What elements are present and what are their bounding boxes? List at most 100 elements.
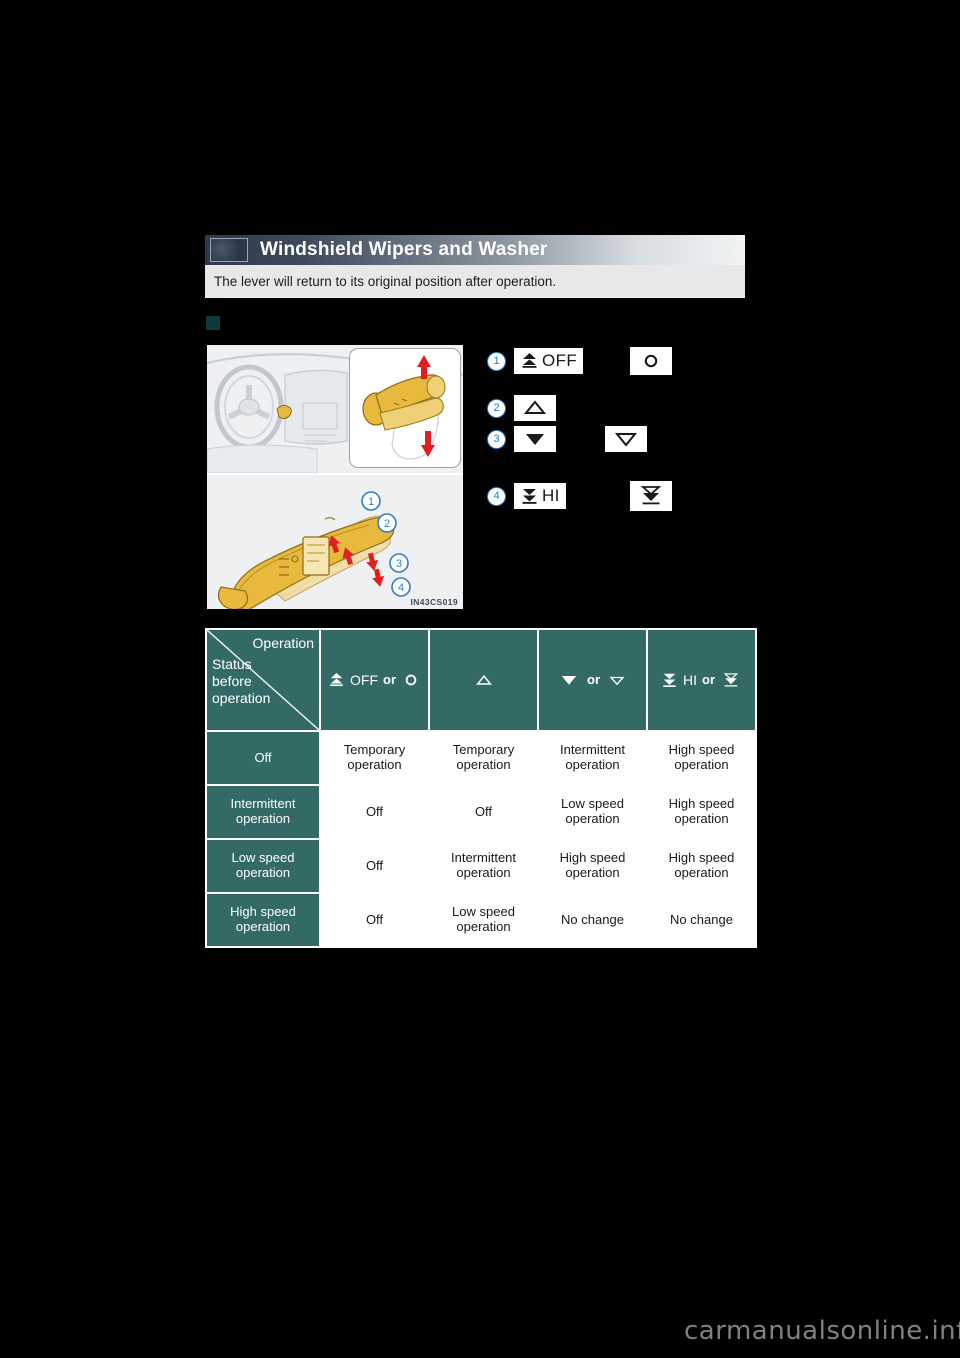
table-cell: Off [321,840,428,892]
cell-line-1: Temporary [452,742,515,758]
legend-item-2: 2 [487,395,556,421]
legend-number-3: 3 [487,429,506,449]
row-header-low-speed: Low speed operation [207,840,319,892]
illustration-lever-closeup [349,348,461,468]
page-title: Windshield Wipers and Washer [260,239,548,260]
cell-line-1: Off [365,911,384,927]
wiper-lever-illustration: 1 2 3 4 IN43CS019 [205,343,465,611]
legend-item-3-alt [605,426,647,452]
corner-operation-label: Operation [252,635,314,651]
cell-line-1: Off [474,803,493,819]
cell-line-1: Low speed [561,796,624,812]
circle-off-icon [630,347,672,375]
illustration-reference-code: IN43CS019 [410,597,458,607]
corner-status-line-2: before [212,672,252,689]
header-or-1: or [383,671,396,687]
lever-positions-drawing: 1 2 3 4 [217,491,411,609]
row-header-high-speed: High speed operation [207,894,319,946]
header-label-off: OFF [350,671,378,688]
callout-3: 3 [396,558,402,570]
triangle-down-filled-icon [514,426,556,452]
callout-2: 2 [384,518,390,530]
table-row: Off Temporary operation Temporary operat… [207,732,755,784]
table-row: Intermittent operation Off Off Low speed… [207,786,755,838]
cell-line-1: No change [670,911,733,927]
row-header-line-2: operation [235,865,291,880]
header-or-2: or [587,671,600,687]
wiper-hi-icon [663,673,676,687]
cell-line-2: operation [674,865,729,880]
double-chevron-down-icon [723,672,739,687]
legend-item-3: 3 [487,426,556,452]
table-cell: No change [539,894,646,946]
table-cell: High speed operation [648,786,755,838]
cell-line-2: operation [674,811,729,826]
legend-label-4: HI [542,486,560,505]
table-row: Low speed operation Off Intermittent ope… [207,840,755,892]
double-chevron-down-icon [630,481,672,511]
table-header-col-hi: HI or [648,630,755,730]
legend-item-1-alt [630,347,672,375]
cell-line-1: Off [365,803,384,819]
wiper-hi-icon: HI [514,483,566,509]
header-or-3: or [702,671,715,687]
table-cell: High speed operation [539,840,646,892]
triangle-down-filled-icon [561,676,577,685]
legend-item-4: 4 HI [487,483,566,509]
wiper-off-icon: OFF [514,348,584,374]
table-header-col-off: OFF or [321,630,428,730]
table-cell: Low speed operation [430,894,537,946]
section-note-bar: The lever will return to its original po… [205,265,745,298]
row-header-line-1: High speed [230,904,296,920]
legend-number-1: 1 [487,351,506,371]
cell-line-2: operation [347,757,402,772]
table-corner-cell: Operation Status before operation [207,630,319,730]
table-cell: High speed operation [648,840,755,892]
circle-off-icon [405,674,417,686]
row-header-intermittent: Intermittent operation [207,786,319,838]
cell-line-1: Intermittent [450,850,517,866]
cell-line-2: operation [565,811,620,826]
row-header-off: Off [207,732,319,784]
row-header-line-2: operation [235,919,291,934]
legend-label-1: OFF [542,351,578,370]
cell-line-2: operation [565,865,620,880]
legend-item-4-alt [630,481,672,511]
row-header-line-1: Off [254,749,272,765]
table-cell: High speed operation [648,732,755,784]
corner-status-line-1: Status [212,656,252,672]
cell-line-1: High speed [559,850,626,866]
triangle-up-outline-icon [514,395,556,421]
table-header-row: Operation Status before operation OFF or [207,630,755,730]
wiper-operation-table: Operation Status before operation OFF or [205,628,757,948]
section-note-text: The lever will return to its original po… [214,274,557,289]
section-bullet-marker [206,316,220,330]
cell-line-1: High speed [668,850,735,866]
legend-number-2: 2 [487,398,506,418]
cell-line-1: High speed [668,796,735,812]
table-cell: Low speed operation [539,786,646,838]
legend-item-1: 1 OFF [487,348,584,374]
cell-line-1: Low speed [452,904,515,920]
table-row: High speed operation Off Low speed opera… [207,894,755,946]
cell-line-2: operation [674,757,729,772]
table-cell: Off [321,894,428,946]
table-cell: Intermittent operation [430,840,537,892]
triangle-down-outline-icon [609,676,625,685]
table-cell: Off [321,786,428,838]
cell-line-1: High speed [668,742,735,758]
section-banner: Windshield Wipers and Washer [205,235,745,265]
cell-line-1: Off [365,857,384,873]
illustration-cockpit-panel [207,345,463,475]
callout-4: 4 [398,582,404,594]
table-cell: Temporary operation [321,732,428,784]
triangle-down-outline-icon [605,426,647,452]
illustration-lever-positions: 1 2 3 4 IN43CS019 [207,475,463,609]
table-cell: Off [430,786,537,838]
callout-1: 1 [368,496,374,508]
table-cell: No change [648,894,755,946]
table-cell: Temporary operation [430,732,537,784]
cell-line-1: Intermittent [559,742,626,758]
site-watermark: carmanualsonline.info [684,1316,960,1346]
table-header-col-up [430,630,537,730]
